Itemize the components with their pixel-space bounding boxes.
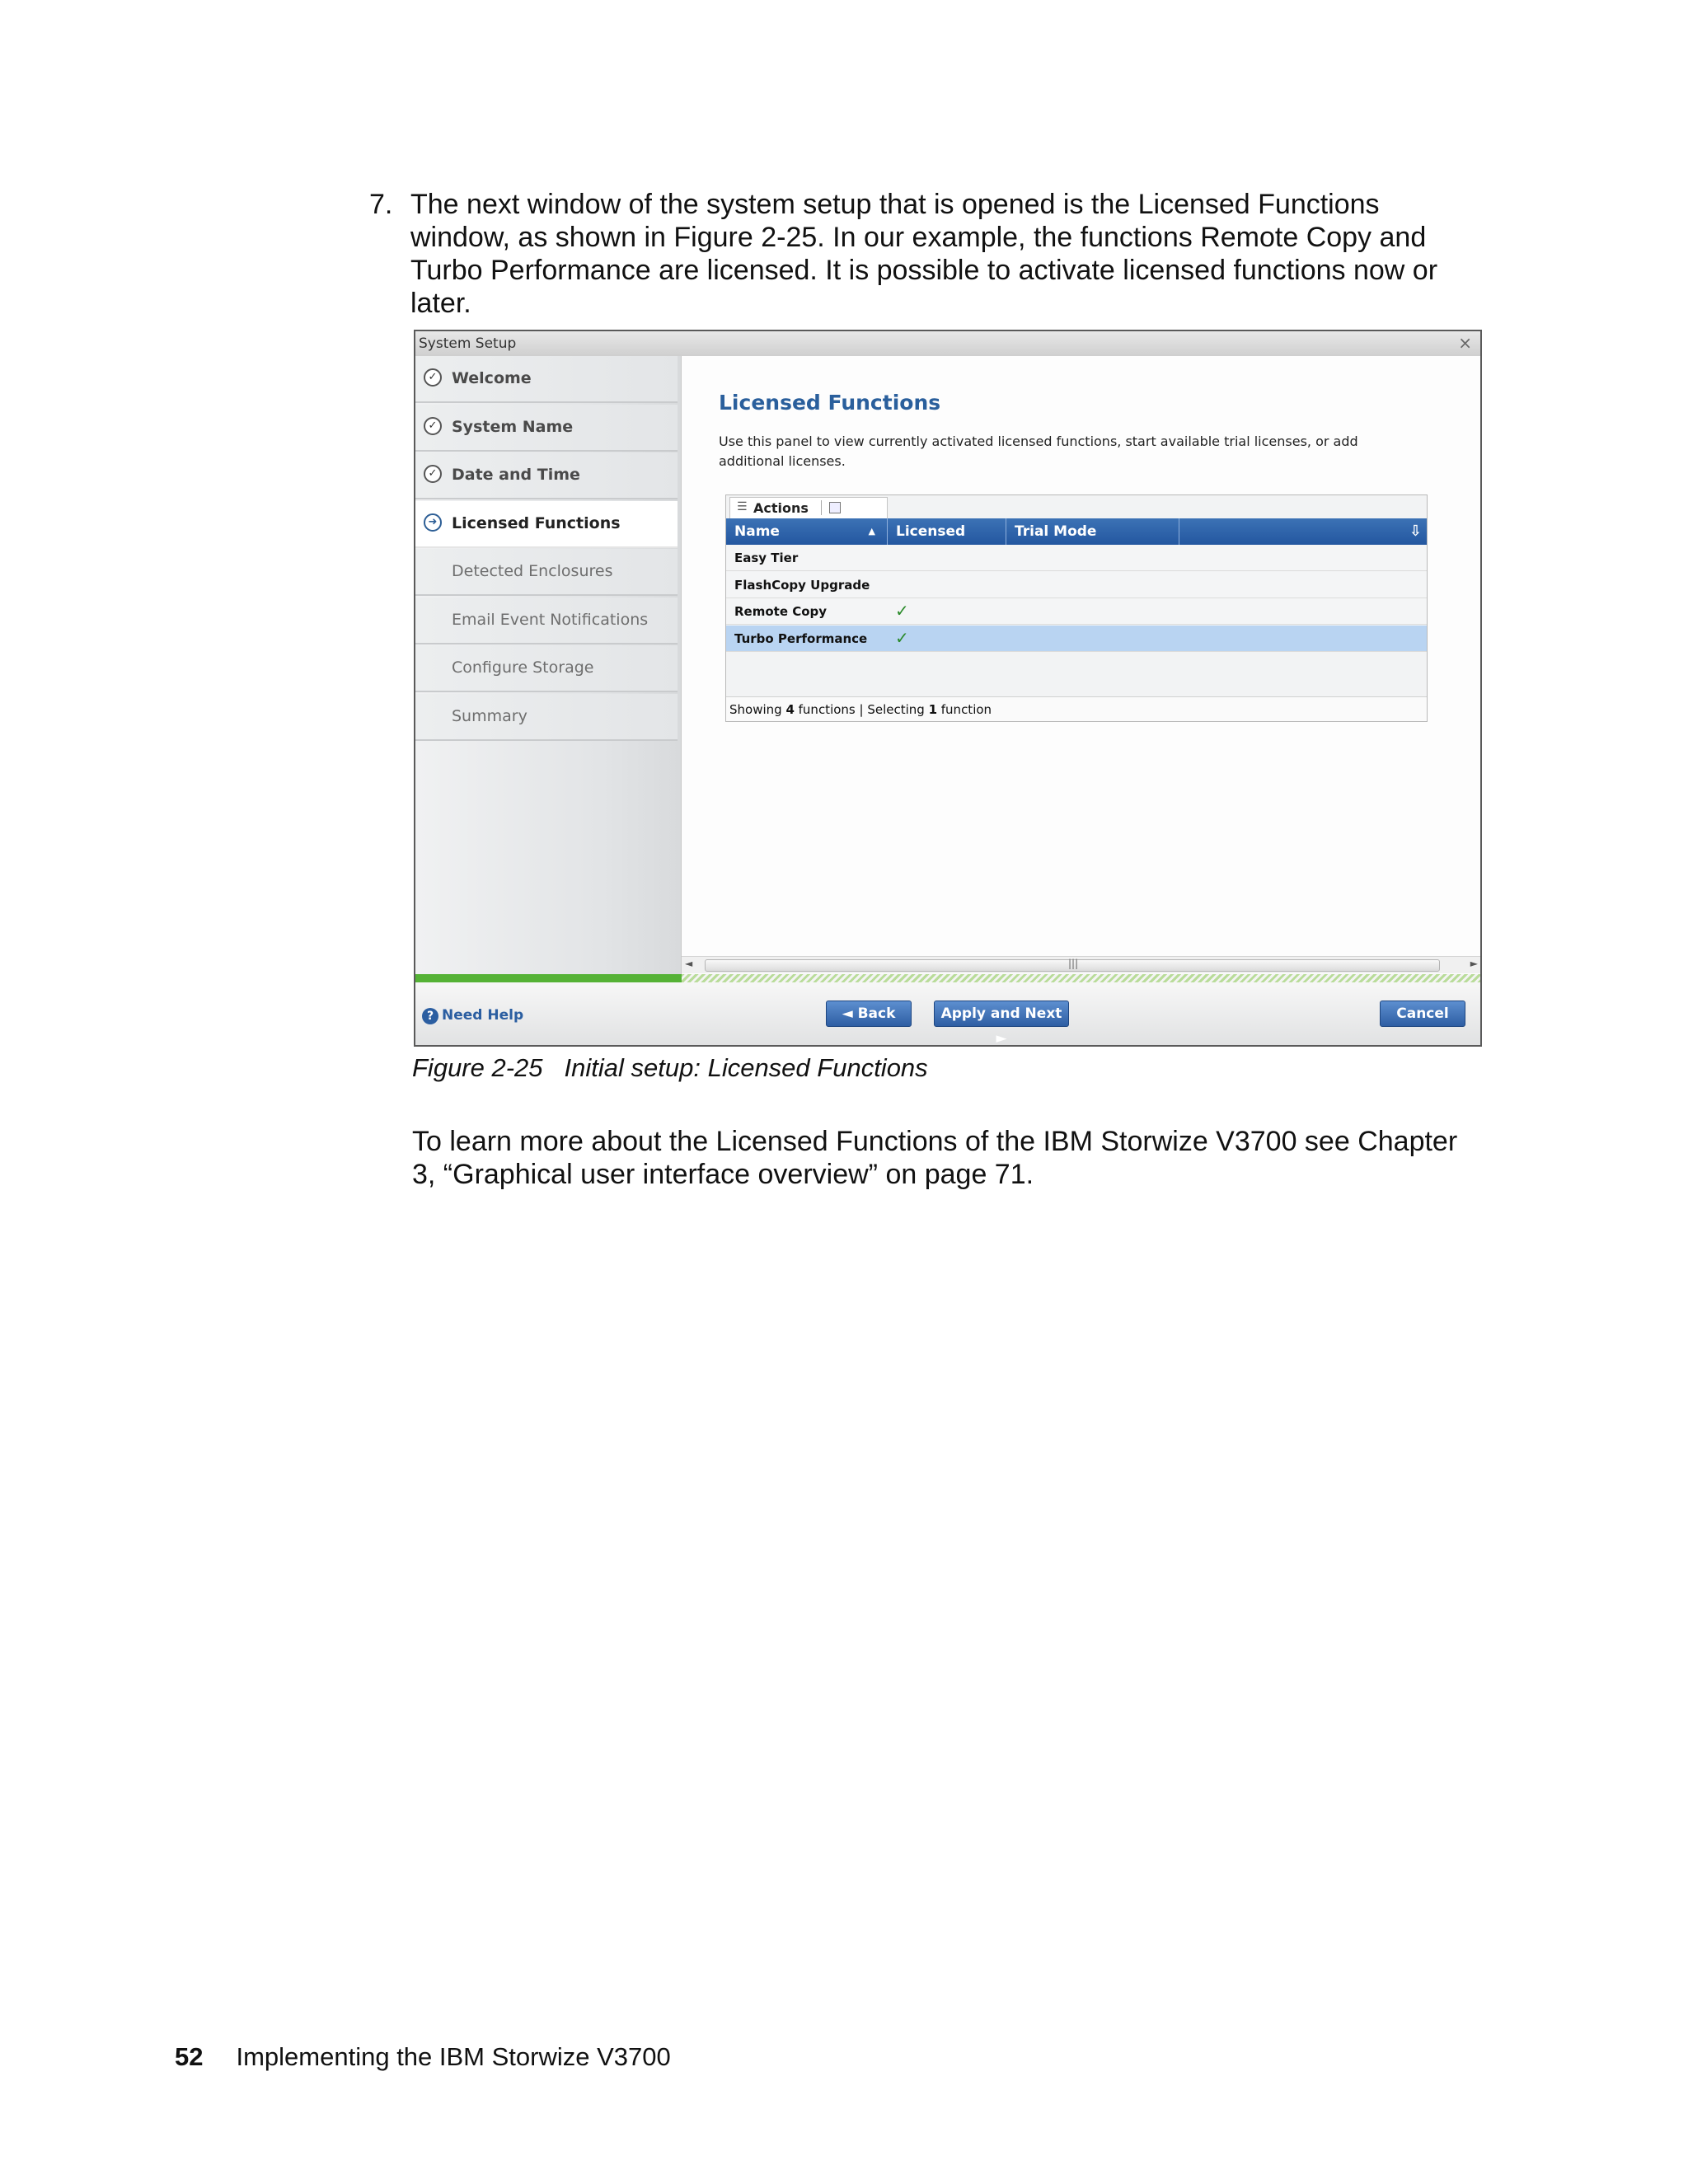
need-help-label: Need Help — [442, 1007, 524, 1024]
licensed-functions-grid: ☰ Actions Name ▲ Licensed Trial Mode ⇩ E… — [725, 494, 1428, 722]
check-circle-icon: ✓ — [424, 465, 442, 483]
panel-title: Licensed Functions — [719, 391, 941, 415]
scroll-right-icon[interactable]: ► — [1470, 958, 1478, 969]
column-header-label: Name — [734, 523, 780, 540]
help-icon: ? — [422, 1008, 438, 1024]
table-row[interactable]: Remote Copy ✓ — [726, 598, 1427, 625]
status-selecting-text: functions | Selecting — [794, 702, 929, 717]
nav-item-label: System Name — [452, 417, 574, 436]
wizard-content: Licensed Functions Use this panel to vie… — [682, 356, 1480, 974]
arrow-circle-icon: ➜ — [424, 513, 442, 532]
check-circle-icon: ✓ — [424, 368, 442, 387]
licensed-check-icon: ✓ — [895, 601, 909, 621]
need-help-link[interactable]: ? Need Help — [422, 1007, 523, 1024]
actions-menu-button[interactable]: ☰ Actions — [729, 497, 888, 519]
nav-item-label: Detected Enclosures — [452, 562, 613, 580]
nav-item-label: Configure Storage — [452, 658, 594, 677]
nav-item-licensed-functions[interactable]: ➜ Licensed Functions — [415, 500, 678, 548]
status-selecting-count: 1 — [928, 702, 937, 717]
panel-description: Use this panel to view currently activat… — [719, 434, 1358, 469]
nav-item-date-and-time[interactable]: ✓ Date and Time — [415, 452, 678, 499]
column-header-label: Licensed — [896, 523, 966, 540]
page-number: 52 — [175, 2042, 204, 2071]
table-row[interactable]: Easy Tier — [726, 545, 1427, 571]
table-row[interactable]: FlashCopy Upgrade — [726, 571, 1427, 598]
back-button[interactable]: ◄ Back — [826, 1001, 912, 1027]
row-name: Turbo Performance — [734, 630, 868, 646]
window-titlebar: System Setup × — [415, 331, 1480, 357]
system-setup-window-screenshot: System Setup × ✓ Welcome ✓ System Name ✓ Date… — [414, 330, 1482, 1047]
nav-item-configure-storage[interactable]: Configure Storage — [415, 645, 678, 692]
nav-item-system-name[interactable]: ✓ System Name — [415, 404, 678, 452]
nav-item-label: Date and Time — [452, 466, 580, 484]
table-row[interactable]: Turbo Performance ✓ — [726, 625, 1427, 652]
column-header-licensed[interactable]: Licensed — [888, 518, 1006, 545]
column-header-label: Trial Mode — [1015, 523, 1097, 540]
close-icon[interactable]: × — [1458, 333, 1472, 353]
licensed-check-icon: ✓ — [895, 627, 909, 648]
check-circle-icon: ✓ — [424, 416, 442, 435]
followup-paragraph: To learn more about the Licensed Functio… — [412, 1126, 1458, 1190]
cancel-button[interactable]: Cancel — [1380, 1001, 1465, 1027]
figure-caption-text: Initial setup: Licensed Functions — [564, 1053, 928, 1082]
row-name: Remote Copy — [734, 604, 828, 619]
row-name: FlashCopy Upgrade — [734, 577, 870, 593]
step-paragraph: 7. The next window of the system setup t… — [369, 188, 1484, 320]
status-showing-prefix: Showing — [729, 702, 786, 717]
nav-item-label: Email Event Notifications — [452, 610, 649, 629]
nav-item-email-event-notifications[interactable]: Email Event Notifications — [415, 597, 678, 644]
apply-and-next-button[interactable]: Apply and Next ► — [934, 1001, 1069, 1045]
scrollbar-thumb[interactable]: ||| — [705, 958, 1440, 972]
actions-label: Actions — [753, 500, 809, 516]
figure-label: Figure 2-25 — [412, 1053, 543, 1082]
window-title: System Setup — [419, 335, 517, 352]
grip-icon: ||| — [1068, 958, 1079, 969]
status-selecting-suffix: function — [937, 702, 992, 717]
step-number: 7. — [369, 189, 393, 220]
column-chooser-icon[interactable]: ⇩ — [1409, 518, 1422, 545]
grid-status-bar: Showing 4 functions | Selecting 1 functi… — [726, 696, 1427, 721]
toolbar-divider — [821, 500, 822, 515]
scroll-left-icon[interactable]: ◄ — [685, 958, 692, 969]
nav-item-label: Summary — [452, 706, 528, 725]
column-header-trial-mode[interactable]: Trial Mode — [1006, 518, 1179, 545]
column-header-name[interactable]: Name ▲ — [726, 518, 888, 545]
step-text: The next window of the system setup that… — [410, 189, 1438, 319]
nav-item-summary[interactable]: Summary — [415, 693, 678, 741]
status-showing-count: 4 — [785, 702, 795, 717]
save-icon[interactable] — [829, 502, 841, 513]
wizard-progress-bar — [415, 974, 1480, 982]
grid-header: Name ▲ Licensed Trial Mode ⇩ — [726, 518, 1427, 546]
sort-ascending-icon: ▲ — [868, 526, 875, 537]
nav-item-welcome[interactable]: ✓ Welcome — [415, 356, 678, 403]
horizontal-scrollbar[interactable]: ◄ ||| ► — [682, 956, 1480, 973]
running-footer: Implementing the IBM Storwize V3700 — [236, 2042, 671, 2071]
wizard-footer: ? Need Help ◄ Back Apply and Next ► Cance… — [415, 982, 1480, 1045]
nav-item-detected-enclosures[interactable]: Detected Enclosures — [415, 549, 678, 596]
nav-item-label: Licensed Functions — [452, 513, 621, 532]
figure-caption: Figure 2-25 Initial setup: Licensed Funct… — [412, 1053, 928, 1083]
wizard-step-list: ✓ Welcome ✓ System Name ✓ Date and Time ➜ Licen… — [415, 356, 682, 974]
nav-item-label: Welcome — [452, 369, 532, 387]
list-icon: ☰ — [737, 500, 748, 513]
page-footer: 52 Implementing the IBM Storwize V3700 — [175, 2042, 671, 2072]
row-name: Easy Tier — [734, 551, 799, 565]
progress-fill — [415, 974, 682, 982]
